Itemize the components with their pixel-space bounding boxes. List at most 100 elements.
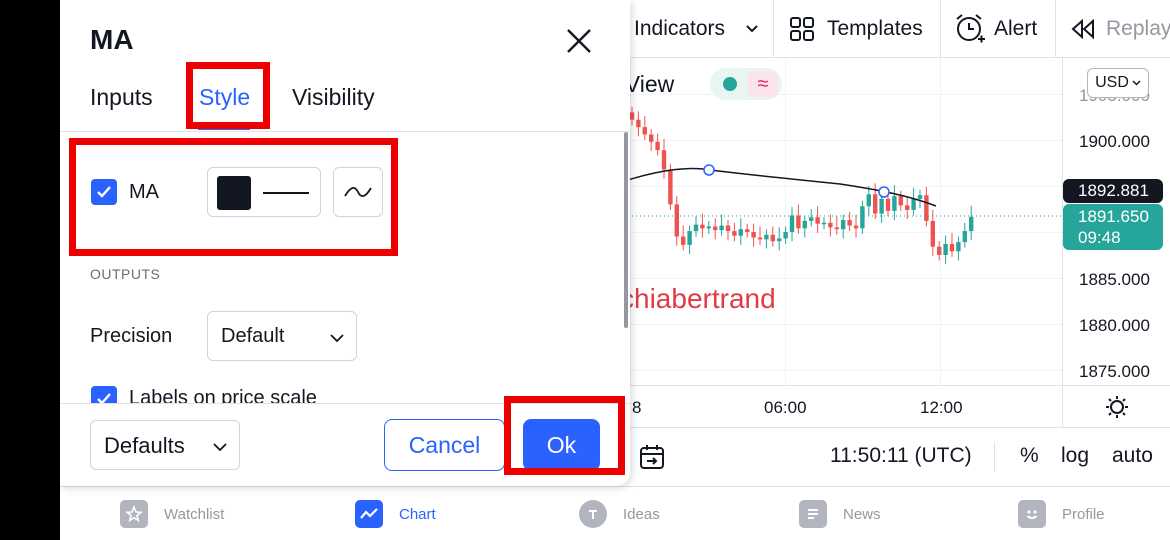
ma-visible-checkbox[interactable] <box>91 179 117 205</box>
chevron-down-icon <box>1132 80 1141 86</box>
bulb-icon <box>579 500 607 528</box>
auto-scale-toggle[interactable]: auto <box>1112 444 1153 468</box>
ma-anchor-handle[interactable] <box>703 164 715 176</box>
dialog-title: MA <box>90 24 134 55</box>
candle-body <box>802 220 807 229</box>
alert-label: Alert <box>994 17 1038 40</box>
line-thickness-preview <box>263 192 309 194</box>
candle-body <box>725 225 731 232</box>
price-axis[interactable]: 1905.000 USD 1900.000 1885.000 1880.000 … <box>1062 58 1170 385</box>
candle-body <box>937 246 942 255</box>
candle-body <box>962 231 967 243</box>
candle-body <box>930 220 935 247</box>
chevron-down-icon <box>746 25 758 33</box>
candle-body <box>719 225 724 231</box>
chart-icon <box>355 500 383 528</box>
bottom-tab-bar: Watchlist Chart Ideas News Profile <box>60 486 1170 540</box>
percent-scale-toggle[interactable]: % <box>1020 444 1039 468</box>
candle-body <box>815 217 820 224</box>
candle-body <box>642 127 647 135</box>
tab-profile[interactable]: Profile <box>1018 487 1105 540</box>
candle-body <box>789 215 795 232</box>
cancel-button[interactable]: Cancel <box>384 419 505 471</box>
last-price-value: 1891.650 <box>1078 207 1149 226</box>
tab-chart[interactable]: Chart <box>355 487 436 540</box>
ma-price-value: 1892.881 <box>1078 181 1149 200</box>
candle-body <box>629 112 635 120</box>
indicators-label: Indicators <box>634 17 726 40</box>
indicators-button[interactable]: Indicators <box>634 0 759 58</box>
utc-clock[interactable]: 11:50:11 (UTC) <box>830 444 972 468</box>
go-to-date-icon[interactable] <box>638 443 666 471</box>
candle-body <box>943 243 948 255</box>
color-line-style-picker[interactable] <box>207 167 321 217</box>
defaults-dropdown[interactable]: Defaults <box>90 420 240 470</box>
precision-select[interactable]: Default <box>207 311 357 361</box>
candle-body <box>924 195 929 221</box>
ma-anchor-handle[interactable] <box>878 186 890 198</box>
candle-body <box>655 141 660 151</box>
templates-icon <box>790 17 814 41</box>
candle-body <box>879 198 884 214</box>
time-tick: 8 <box>632 398 642 417</box>
candle-body <box>757 237 763 240</box>
currency-label: USD <box>1095 74 1129 91</box>
log-scale-toggle[interactable]: log <box>1061 444 1089 468</box>
tab-style[interactable]: Style <box>199 84 250 111</box>
candle-body <box>668 169 673 205</box>
chart-settings-button[interactable] <box>1062 385 1170 427</box>
tab-inputs[interactable]: Inputs <box>90 84 153 111</box>
templates-button[interactable]: Templates <box>789 0 923 58</box>
candle-body <box>905 205 910 210</box>
tab-news[interactable]: News <box>799 487 881 540</box>
candle-body <box>821 222 827 225</box>
plot-type-button[interactable] <box>333 167 383 217</box>
app-screen: Indicators Templates Alert Replay gView <box>60 0 1170 540</box>
replay-label: Replay <box>1106 17 1170 40</box>
price-tick: 1880.000 <box>1079 316 1150 335</box>
candle-body <box>969 216 974 232</box>
currency-dropdown[interactable]: USD <box>1087 68 1149 98</box>
candle-body <box>693 224 699 232</box>
precision-label: Precision <box>90 325 173 347</box>
dialog-footer: Defaults Cancel Ok <box>60 403 630 486</box>
last-price-badge: 1891.650 09:48 <box>1063 204 1163 250</box>
dialog-scrollbar[interactable] <box>624 132 628 328</box>
candle-body <box>860 206 865 229</box>
candle-body <box>745 229 750 232</box>
price-tick: 1885.000 <box>1079 270 1150 289</box>
close-icon[interactable] <box>564 26 594 56</box>
candle-body <box>649 134 654 142</box>
time-tick: 12:00 <box>920 398 963 417</box>
precision-value: Default <box>221 325 285 347</box>
candle-body <box>847 220 852 226</box>
tab-ideas[interactable]: Ideas <box>579 487 660 540</box>
line-plot-icon <box>344 187 372 197</box>
tab-underline <box>198 127 250 130</box>
candle-body <box>841 220 846 230</box>
candle-body <box>898 196 903 206</box>
ok-button[interactable]: Ok <box>523 419 600 471</box>
alert-button[interactable]: Alert <box>954 0 1037 58</box>
candle-body <box>700 224 705 229</box>
tab-visibility[interactable]: Visibility <box>292 84 375 111</box>
replay-button[interactable]: Replay <box>1070 0 1170 58</box>
outputs-header: OUTPUTS <box>90 266 161 282</box>
candle-body <box>674 204 679 237</box>
color-swatch <box>217 176 251 210</box>
defaults-label: Defaults <box>104 433 185 458</box>
check-icon <box>97 186 111 198</box>
candle-body <box>828 222 833 228</box>
alarm-clock-icon <box>956 14 985 43</box>
candle-body <box>917 195 923 199</box>
candle-body <box>911 198 916 210</box>
candle-body <box>873 194 878 214</box>
news-icon <box>799 500 827 528</box>
candle-body <box>661 150 667 170</box>
rewind-icon <box>1071 18 1094 40</box>
smile-icon <box>1018 500 1046 528</box>
tab-label: Watchlist <box>164 505 225 523</box>
tab-watchlist[interactable]: Watchlist <box>120 487 224 540</box>
candle-body <box>681 236 686 245</box>
sun-gear-icon <box>1105 395 1128 418</box>
